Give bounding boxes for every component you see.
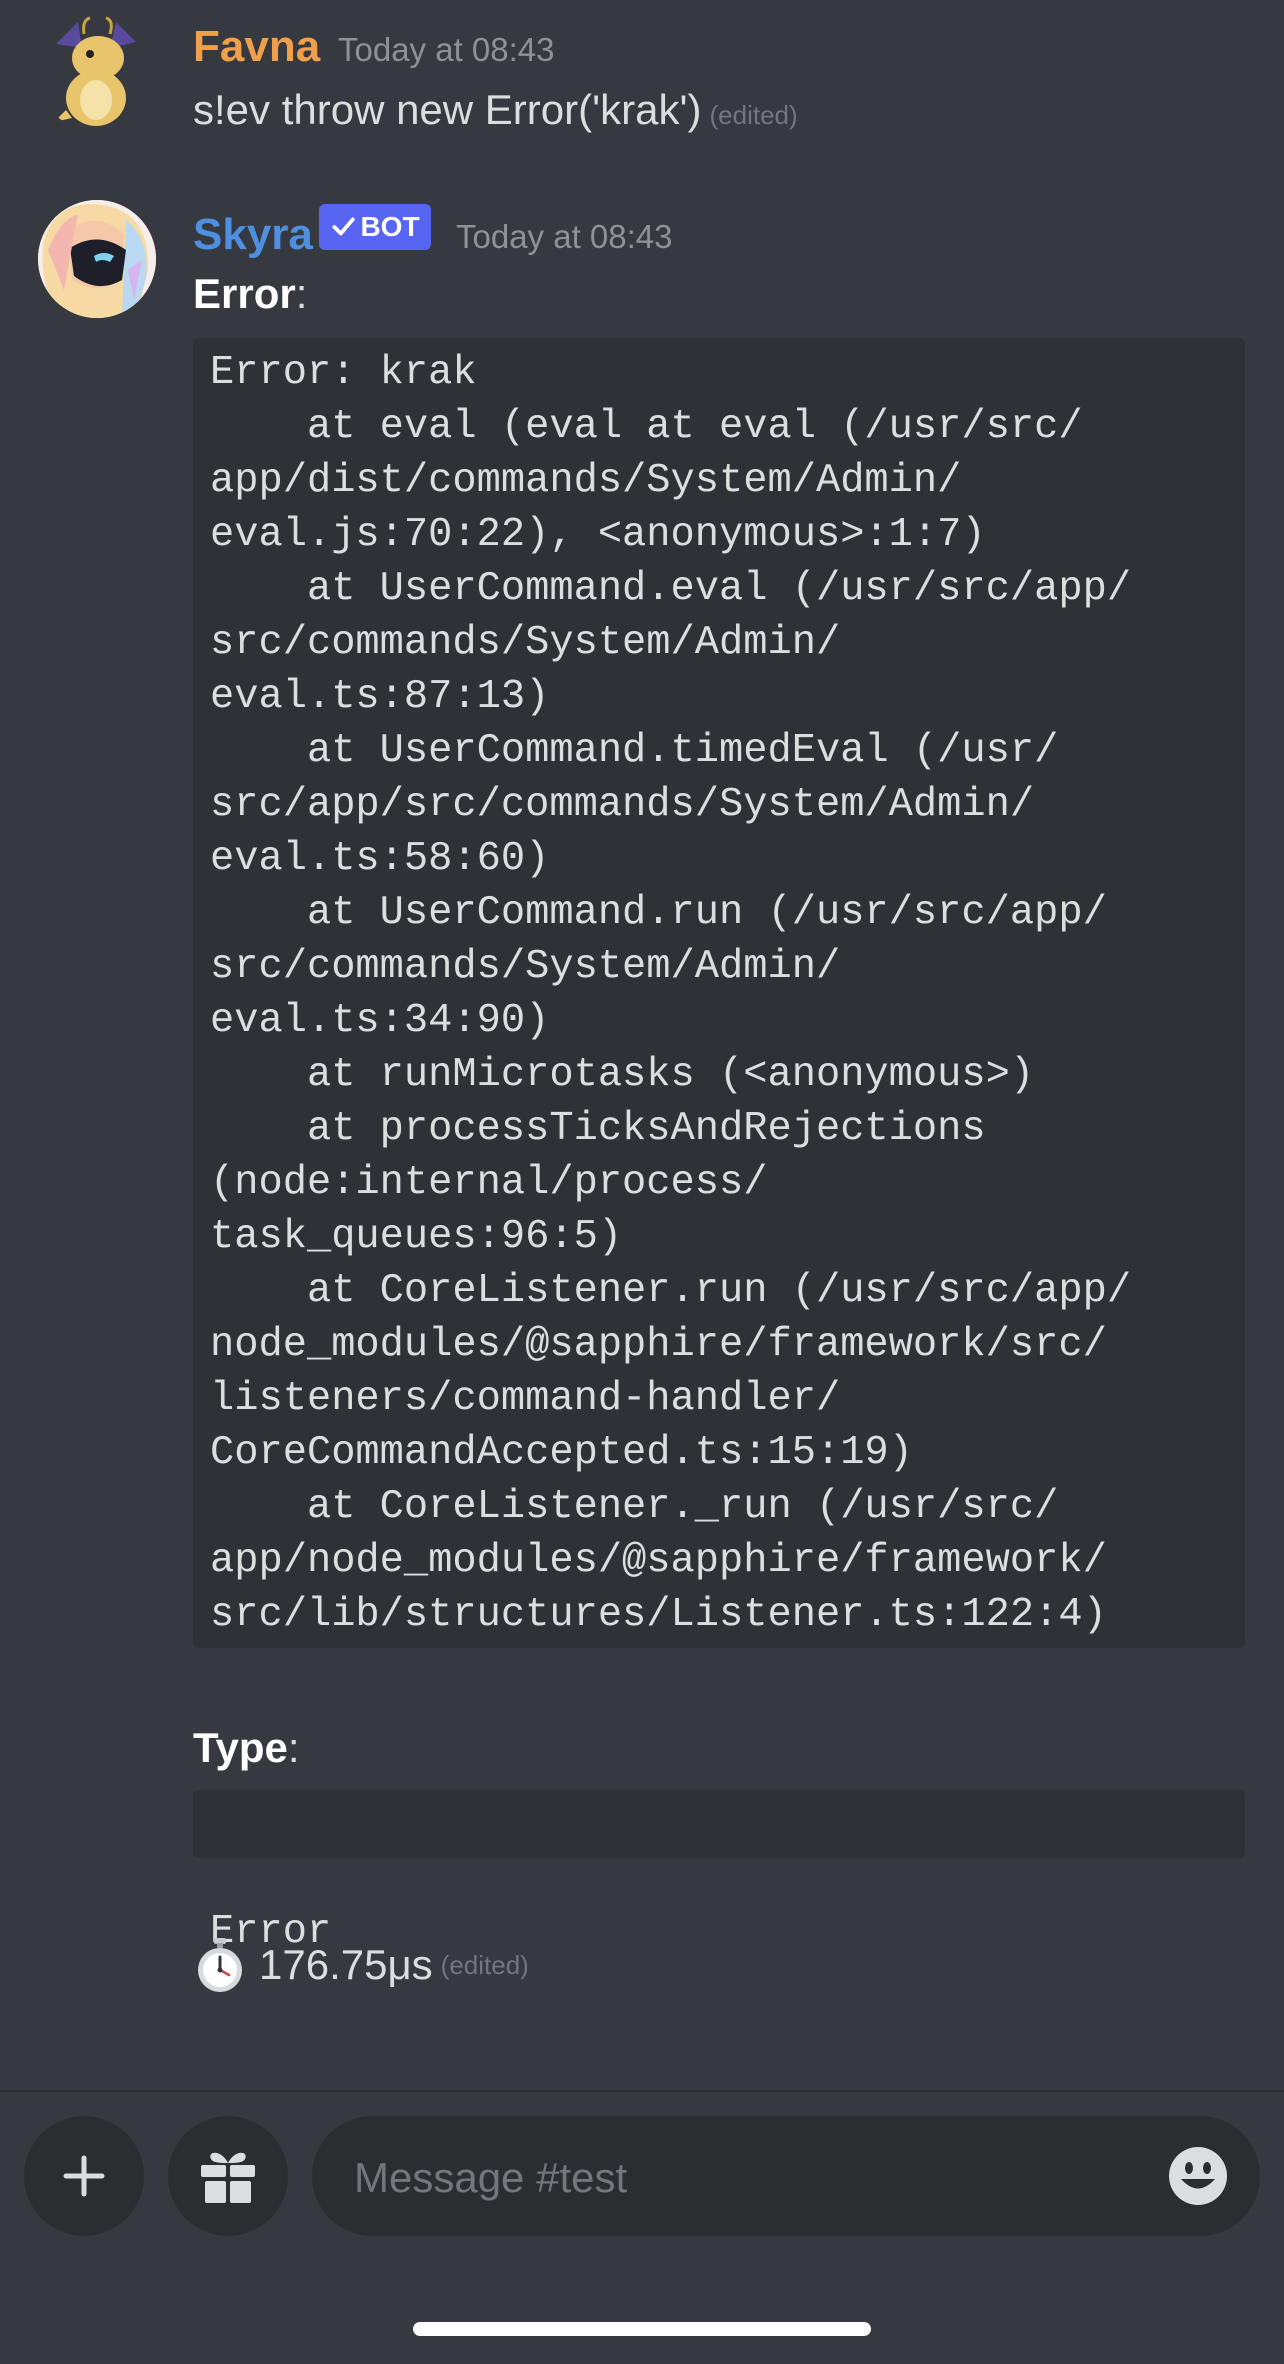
code-line: at eval (eval at eval (/usr/src/ — [210, 404, 1083, 450]
code-line: task_queues:96:5) — [210, 1214, 623, 1260]
message-timestamp: Today at 08:43 — [456, 218, 673, 255]
field-label-colon: : — [295, 270, 308, 317]
emoji-button[interactable] — [1168, 2146, 1228, 2206]
code-line: (node:internal/process/ — [210, 1160, 768, 1206]
error-codeblock[interactable]: Error: krak at eval (eval at eval (/usr/… — [193, 338, 1245, 1648]
field-label-error-text: Error — [193, 270, 296, 317]
code-line: src/commands/System/Admin/ — [210, 944, 841, 990]
author-name[interactable]: Favna — [193, 22, 320, 72]
gift-icon — [201, 2152, 255, 2203]
message-timestamp: Today at 08:43 — [338, 31, 555, 68]
checkmark-icon — [332, 217, 356, 236]
stopwatch-icon — [198, 1938, 242, 1992]
code-line: at UserCommand.eval (/usr/src/app/ — [210, 566, 1132, 612]
code-line: CoreCommandAccepted.ts:15:19) — [210, 1430, 913, 1476]
home-indicator[interactable] — [413, 2322, 871, 2336]
bot-tag: BOT — [319, 204, 431, 250]
timer-value: 176.75μs — [259, 1941, 433, 1988]
code-line: at CoreListener.run (/usr/src/app/ — [210, 1268, 1132, 1314]
code-line: at CoreListener._run (/usr/src/ — [210, 1484, 1059, 1530]
bot-tag-label: BOT — [360, 211, 420, 242]
author-name[interactable]: Skyra — [193, 210, 313, 260]
code-line: at runMicrotasks (<anonymous>) — [210, 1052, 1035, 1098]
avatar-favna[interactable] — [38, 14, 156, 132]
field-label-type: Type: — [193, 1724, 300, 1772]
avatar-skyra[interactable] — [38, 200, 156, 318]
edited-marker: (edited) — [709, 100, 798, 130]
type-codeblock[interactable]: Error — [193, 1790, 1245, 1955]
edited-marker: (edited) — [440, 1949, 529, 1980]
message-text: s!ev throw new Error('krak') — [193, 86, 702, 133]
code-line: app/node_modules/@sapphire/framework/ — [210, 1538, 1107, 1584]
message-input[interactable]: Message #test — [312, 2116, 1260, 2236]
code-line: listeners/command-handler/ — [210, 1376, 841, 1422]
gift-button[interactable] — [168, 2116, 288, 2236]
field-label-colon: : — [287, 1724, 300, 1771]
plus-icon — [63, 2155, 105, 2197]
timer-row: 176.75μs (edited) — [193, 1934, 529, 1996]
code-line: node_modules/@sapphire/framework/src/ — [210, 1322, 1107, 1368]
message-content: s!ev throw new Error('krak') (edited) — [193, 86, 798, 134]
code-line: eval.ts:87:13) — [210, 674, 550, 720]
message-list[interactable]: Favna Today at 08:43 s!ev throw new Erro… — [0, 0, 1284, 2090]
field-label-error: Error: — [193, 270, 307, 318]
code-line: src/app/src/commands/System/Admin/ — [210, 782, 1035, 828]
code-line: eval.js:70:22), <anonymous>:1:7) — [210, 512, 986, 558]
code-line: at processTicksAndRejections — [210, 1106, 986, 1152]
code-line: Error: krak — [210, 350, 477, 396]
code-line: src/lib/structures/Listener.ts:122:4) — [210, 1592, 1107, 1638]
smiley-icon — [1169, 2147, 1227, 2205]
code-line: at UserCommand.run (/usr/src/app/ — [210, 890, 1107, 936]
code-line: at UserCommand.timedEval (/usr/ — [210, 728, 1059, 774]
code-line: eval.ts:58:60) — [210, 836, 550, 882]
code-line: eval.ts:34:90) — [210, 998, 550, 1044]
code-line: src/commands/System/Admin/ — [210, 620, 841, 666]
add-attachment-button[interactable] — [24, 2116, 144, 2236]
message-input-placeholder: Message #test — [354, 2154, 628, 2201]
code-line: app/dist/commands/System/Admin/ — [210, 458, 962, 504]
field-label-type-text: Type — [193, 1724, 288, 1771]
